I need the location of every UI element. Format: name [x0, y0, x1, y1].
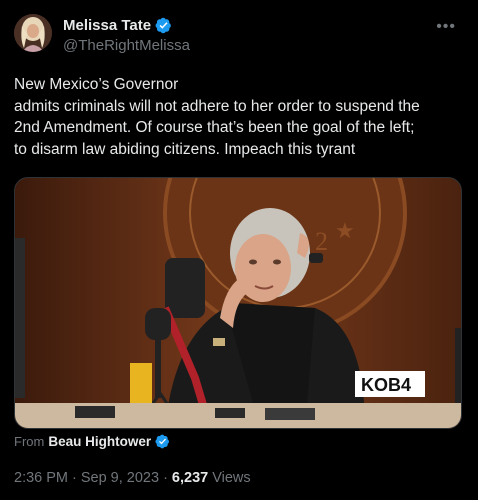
verified-badge-icon [155, 17, 172, 34]
views-label: Views [212, 470, 251, 486]
separator: · [163, 470, 168, 486]
source-name[interactable]: Beau Hightower [48, 434, 151, 449]
avatar[interactable] [14, 14, 52, 52]
tweet-date[interactable]: Sep 9, 2023 [81, 470, 159, 486]
media-attribution: From Beau Hightower [14, 434, 170, 449]
svg-text:★: ★ [335, 218, 355, 243]
video-frame: 2 ★ KOB4 [15, 178, 461, 428]
more-dots-icon[interactable]: ••• [436, 18, 456, 36]
tweet-line: New Mexico’s Governor [14, 76, 179, 93]
tweet-line: 2nd Amendment. Of course that’s been the… [14, 119, 415, 136]
svg-text:2: 2 [315, 227, 328, 256]
handle[interactable]: @TheRightMelissa [63, 37, 190, 54]
separator: · [72, 470, 77, 486]
from-label: From [14, 434, 45, 449]
views-count: 6,237 [171, 470, 209, 486]
tweet-meta: 2:36 PM · Sep 9, 2023 · 6,237 Views [14, 470, 251, 486]
tweet-line: to disarm law abiding citizens. Impeach … [14, 140, 356, 158]
display-name[interactable]: Melissa Tate [63, 17, 151, 34]
tweet-line: admits criminals will not adhere to her … [14, 97, 420, 115]
tweet-text: New Mexico’s Governor admits criminals w… [14, 74, 464, 160]
tweet-header: Melissa Tate @TheRightMelissa ••• [14, 14, 464, 56]
tweet-time[interactable]: 2:36 PM [14, 470, 68, 486]
video-player[interactable]: 2 ★ KOB4 [14, 177, 462, 429]
verified-badge-icon [155, 434, 170, 449]
video-watermark: KOB4 [361, 375, 411, 395]
name-row: Melissa Tate [63, 17, 172, 34]
